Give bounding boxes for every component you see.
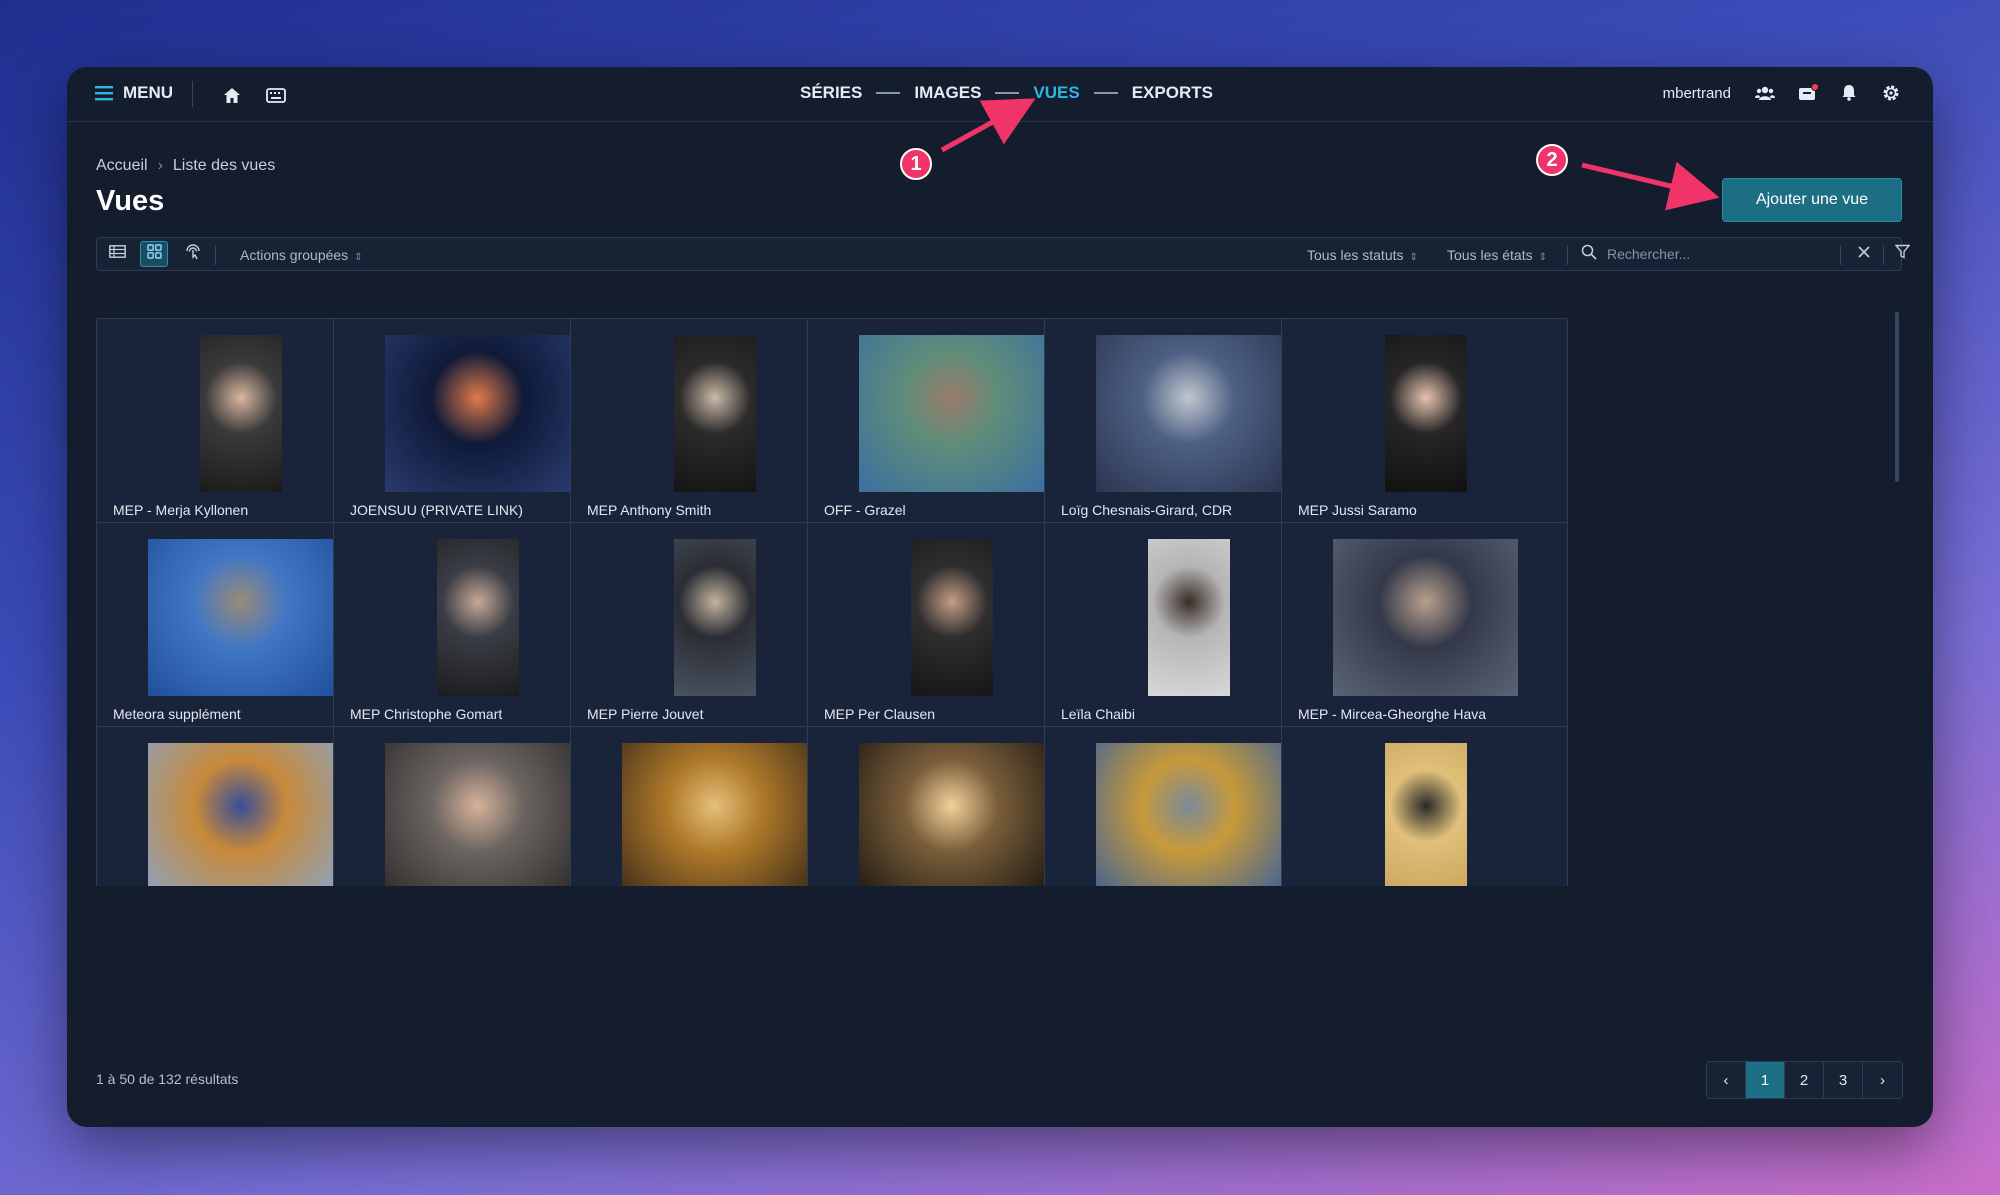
annotation-arrows [940,98,1720,211]
annotation-arrow-2 [1581,161,1720,211]
annotation-marker-1: 1 [900,148,932,180]
annotation-marker-2: 2 [1536,144,1568,176]
annotation-arrow-1 [940,98,1036,153]
